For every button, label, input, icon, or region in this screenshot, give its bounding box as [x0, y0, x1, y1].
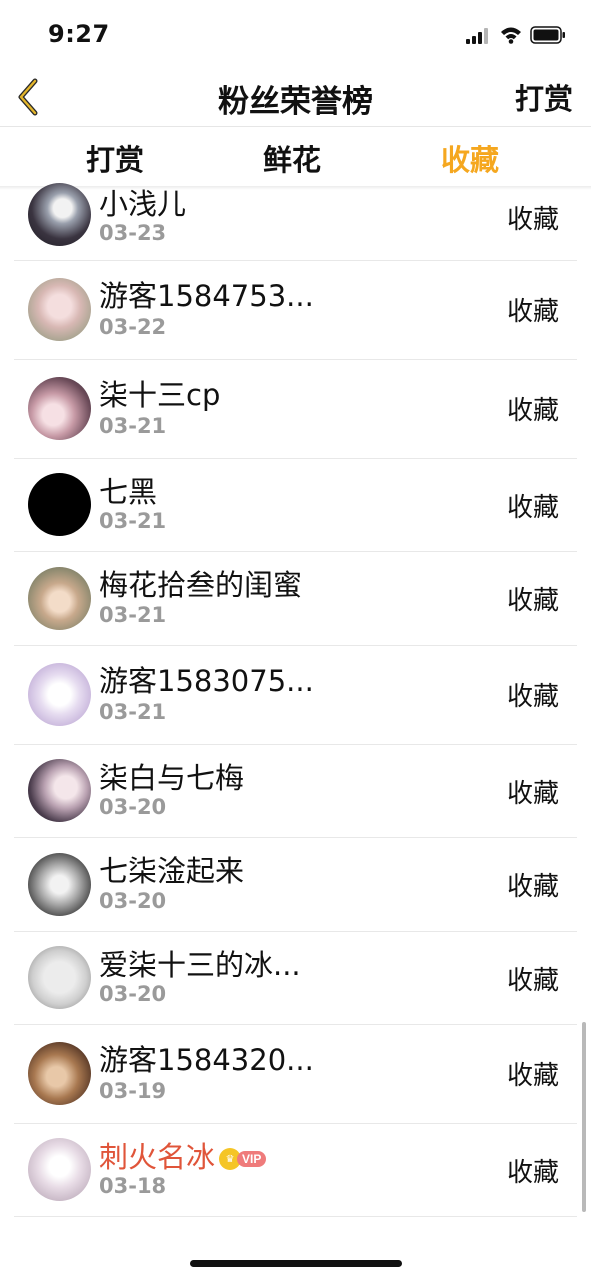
battery-icon: [530, 26, 566, 44]
user-name: 小浅儿: [99, 187, 187, 221]
fan-list: 小浅儿 03-23 收藏 游客1584753... 03-22 收藏 柒十三cp…: [14, 183, 577, 1217]
cellular-signal-icon: [466, 28, 492, 44]
list-item[interactable]: 小浅儿 03-23 收藏: [14, 183, 577, 261]
tab-flowers[interactable]: 鲜花: [263, 137, 321, 179]
reward-button[interactable]: 打赏: [515, 76, 573, 118]
action-label: 收藏: [506, 682, 559, 712]
avatar: [28, 853, 91, 916]
action-label: 收藏: [506, 1061, 559, 1091]
status-bar: 9:27: [0, 0, 591, 70]
action-label: 收藏: [506, 1158, 559, 1188]
user-name: 七柒淦起来: [99, 854, 245, 888]
date: 03-20: [99, 795, 167, 819]
avatar: [28, 663, 91, 726]
user-name-row: 刺火名冰 ♛ VIP: [99, 1134, 267, 1176]
avatar: [28, 278, 91, 341]
page-title: 粉丝荣誉榜: [218, 84, 373, 120]
avatar: [28, 183, 91, 246]
avatar: [28, 1042, 91, 1105]
user-name: 游客1584753...: [99, 279, 314, 313]
date: 03-21: [99, 603, 167, 627]
date: 03-18: [99, 1174, 167, 1198]
date: 03-20: [99, 889, 167, 913]
tab-bar: 打赏 鲜花 收藏: [0, 127, 591, 187]
user-name: 刺火名冰: [99, 1140, 216, 1174]
avatar: [28, 759, 91, 822]
tab-reward[interactable]: 打赏: [86, 137, 144, 179]
action-label: 收藏: [506, 297, 559, 327]
tab-favorites[interactable]: 收藏: [441, 137, 499, 179]
home-indicator[interactable]: [190, 1260, 402, 1267]
list-item[interactable]: 爱柒十三的冰... 03-20 收藏: [14, 932, 577, 1025]
date: 03-21: [99, 414, 167, 438]
scrollbar[interactable]: [582, 1022, 586, 1212]
date: 03-22: [99, 315, 167, 339]
vip-badge: ♛ VIP: [219, 1148, 267, 1170]
list-item[interactable]: 七黑 03-21 收藏: [14, 459, 577, 552]
list-item[interactable]: 游客1584753... 03-22 收藏: [14, 261, 577, 360]
nav-bar: 粉丝荣誉榜 打赏: [0, 70, 591, 126]
date: 03-20: [99, 982, 167, 1006]
wifi-icon: [500, 26, 522, 44]
avatar: [28, 567, 91, 630]
user-name: 柒十三cp: [99, 378, 221, 412]
action-label: 收藏: [506, 966, 559, 996]
date: 03-23: [99, 221, 167, 245]
user-name: 梅花拾叁的闺蜜: [99, 568, 303, 602]
avatar: [28, 1138, 91, 1201]
avatar: [28, 377, 91, 440]
vip-label: VIP: [237, 1151, 267, 1167]
avatar: [28, 946, 91, 1009]
action-label: 收藏: [506, 872, 559, 902]
date: 03-21: [99, 700, 167, 724]
list-item[interactable]: 七柒淦起来 03-20 收藏: [14, 838, 577, 932]
action-label: 收藏: [506, 586, 559, 616]
list-item[interactable]: 柒白与七梅 03-20 收藏: [14, 745, 577, 838]
user-name: 游客1584320...: [99, 1043, 314, 1077]
user-name: 爱柒十三的冰...: [99, 948, 301, 982]
action-label: 收藏: [506, 493, 559, 523]
user-name: 游客1583075...: [99, 664, 314, 698]
action-label: 收藏: [506, 205, 559, 235]
list-item[interactable]: 游客1583075... 03-21 收藏: [14, 646, 577, 745]
user-name: 柒白与七梅: [99, 761, 245, 795]
date: 03-21: [99, 509, 167, 533]
list-item[interactable]: 梅花拾叁的闺蜜 03-21 收藏: [14, 552, 577, 646]
avatar: [28, 473, 91, 536]
user-name: 七黑: [99, 475, 158, 509]
list-item[interactable]: 柒十三cp 03-21 收藏: [14, 360, 577, 459]
list-item[interactable]: 刺火名冰 ♛ VIP 03-18 收藏: [14, 1124, 577, 1217]
action-label: 收藏: [506, 396, 559, 426]
action-label: 收藏: [506, 779, 559, 809]
status-time: 9:27: [48, 20, 110, 48]
date: 03-19: [99, 1079, 167, 1103]
list-item[interactable]: 游客1584320... 03-19 收藏: [14, 1025, 577, 1124]
